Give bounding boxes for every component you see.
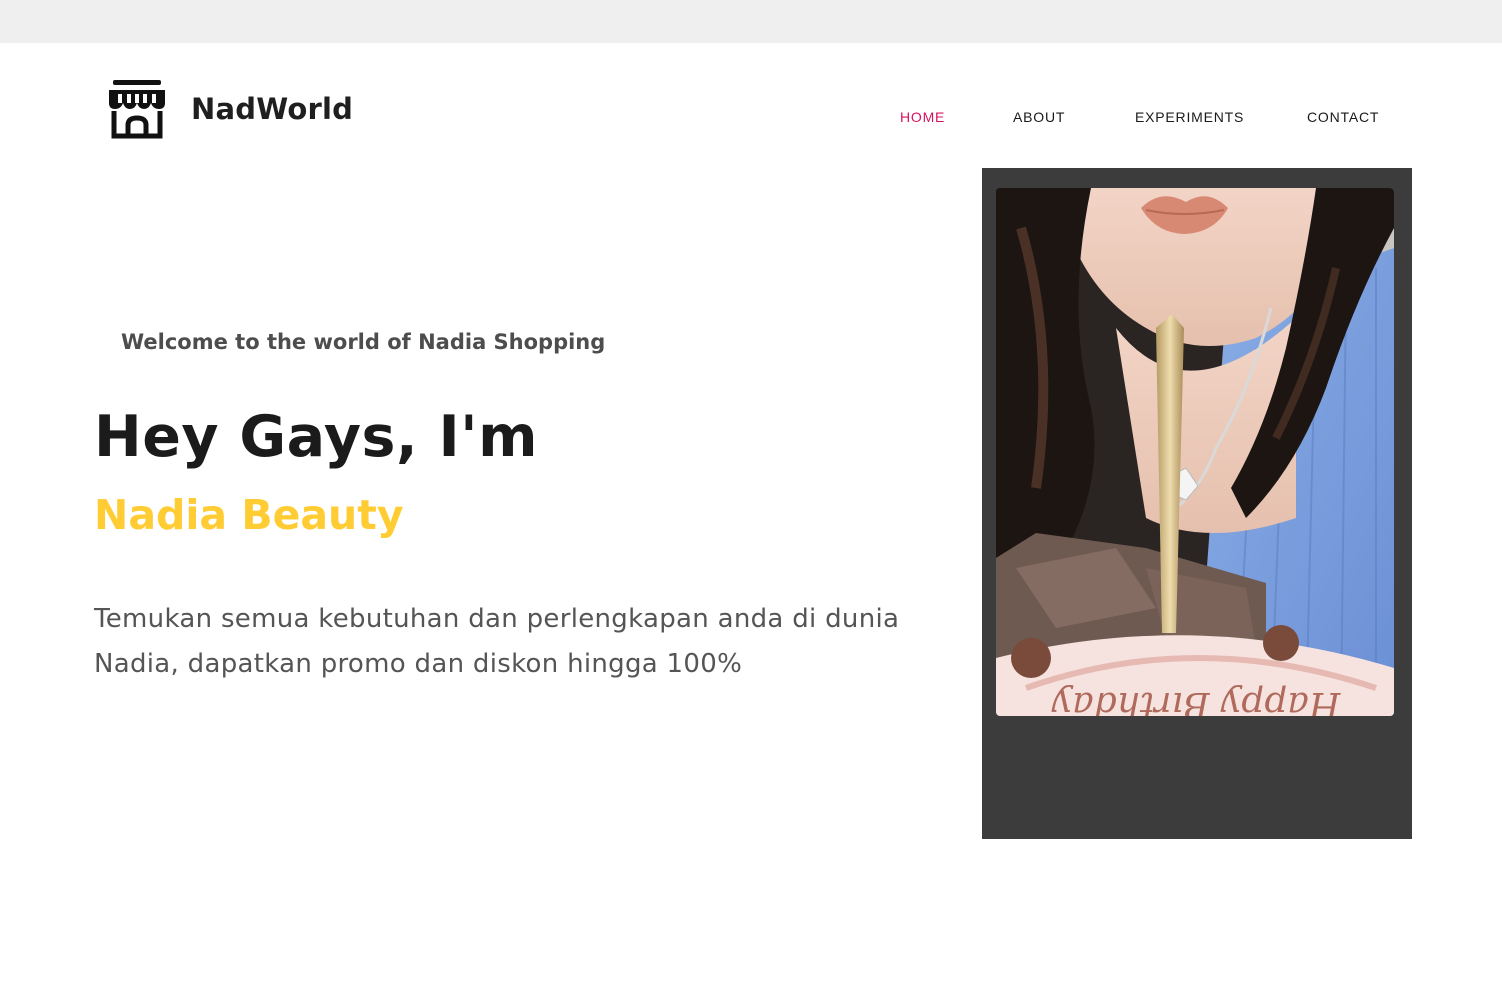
nav-about-link[interactable]: ABOUT: [1013, 109, 1065, 125]
main-nav: HOME ABOUT EXPERIMENTS CONTACT: [0, 109, 1502, 129]
welcome-text: Welcome to the world of Nadia Shopping: [121, 330, 606, 354]
photo-frame: Happy Birthday: [982, 168, 1412, 839]
nav-contact-link[interactable]: CONTACT: [1307, 109, 1379, 125]
browser-top-strip: [0, 0, 1502, 43]
nav-home-link[interactable]: HOME: [900, 109, 945, 125]
cake-text: Happy Birthday: [1051, 684, 1341, 716]
hero-title: Hey Gays, I'm: [94, 404, 538, 470]
hero-description: Temukan semua kebutuhan dan perlengkapan…: [94, 604, 900, 679]
nav-experiments-link[interactable]: EXPERIMENTS: [1135, 109, 1244, 125]
hero-name: Nadia Beauty: [94, 491, 404, 539]
profile-photo: Happy Birthday: [996, 188, 1394, 716]
